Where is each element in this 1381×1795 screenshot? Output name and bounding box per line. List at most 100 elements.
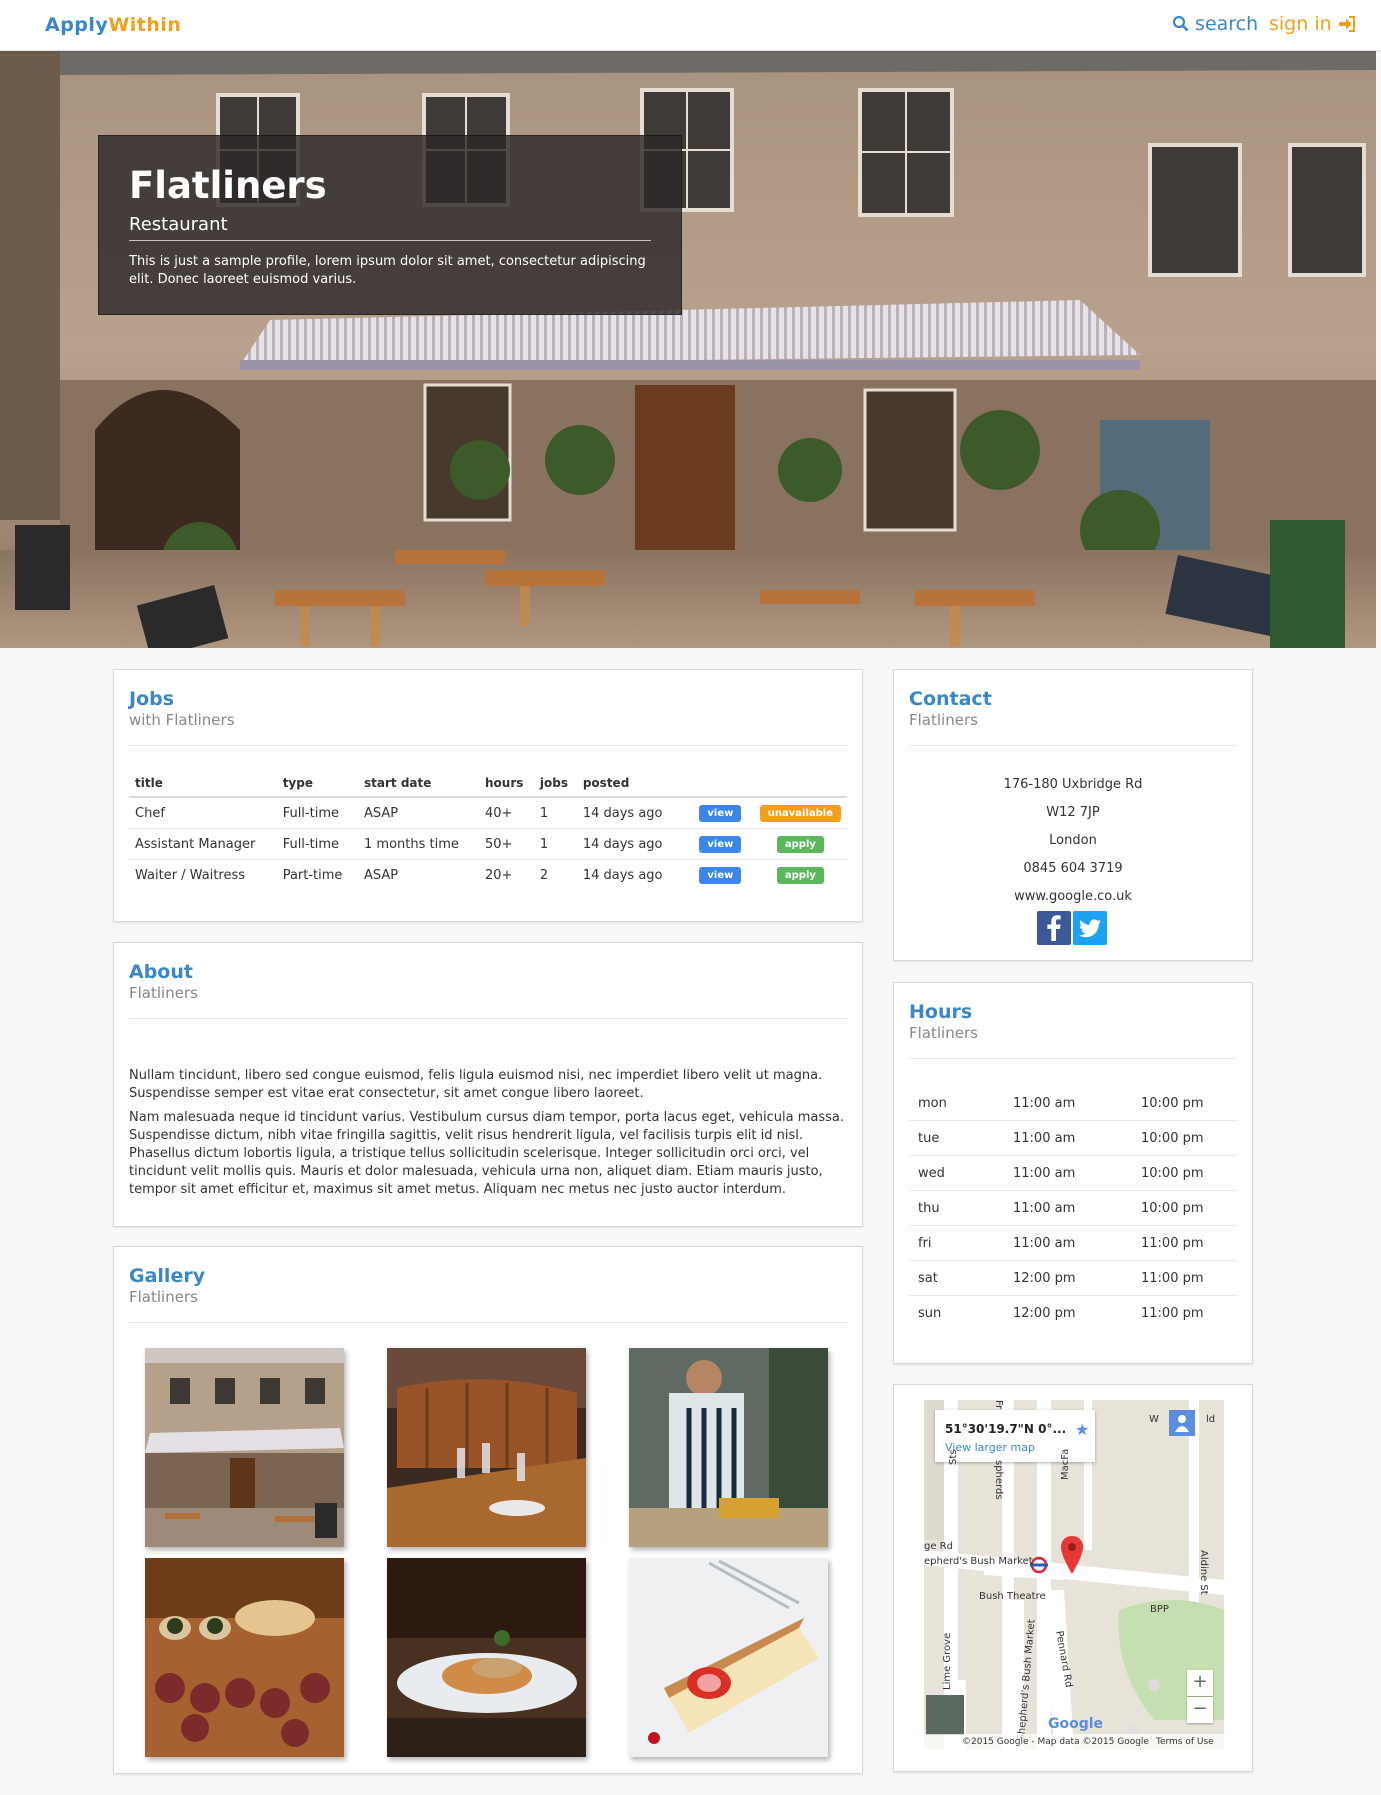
job-hours: 50+ — [478, 828, 534, 860]
day: sat — [909, 1260, 1004, 1296]
close-time: 10:00 pm — [1132, 1086, 1237, 1121]
apply-button[interactable]: apply — [776, 867, 824, 884]
map-coordinates: 51°30'19.7"N 0°... — [945, 1422, 1067, 1436]
search-label: search — [1195, 13, 1259, 35]
gallery-photo-cafe-exterior[interactable] — [145, 1348, 344, 1547]
divider — [909, 1058, 1237, 1059]
opening-hours-table: mon 11:00 am 10:00 pm tue 11:00 am 10:00 pm … — [909, 1086, 1237, 1330]
divider — [129, 745, 847, 746]
job-hours: 40+ — [478, 797, 534, 829]
col-view — [686, 772, 754, 798]
map-info-card: 51°30'19.7"N 0°... View larger map ★ — [935, 1410, 1095, 1462]
map-footer: ©2015 Google - Map data ©2015 Google Ter… — [924, 1734, 1224, 1750]
day: wed — [909, 1155, 1004, 1191]
close-time: 11:00 pm — [1132, 1225, 1237, 1261]
map-label: Lime Grove — [942, 1632, 953, 1690]
map-label: Bush Theatre — [979, 1591, 1046, 1602]
jobs-subtitle: with Flatliners — [129, 711, 235, 729]
map-zoom-out-button[interactable]: − — [1187, 1697, 1213, 1723]
hours-subtitle: Flatliners — [909, 1024, 978, 1042]
day: tue — [909, 1120, 1004, 1156]
map-zoom-in-button[interactable]: + — [1187, 1670, 1213, 1696]
apply-button[interactable]: apply — [776, 836, 824, 853]
open-time: 11:00 am — [1004, 1120, 1132, 1156]
sign-in-link[interactable]: sign in — [1269, 13, 1356, 35]
view-button[interactable]: view — [699, 805, 742, 822]
close-time: 10:00 pm — [1132, 1190, 1237, 1226]
map-label: epherd's Bush Market — [924, 1556, 1033, 1567]
search-link[interactable]: search — [1172, 13, 1258, 35]
about-paragraph: Nullam tincidunt, libero sed congue euis… — [129, 1068, 823, 1101]
contact-details: 176-180 Uxbridge Rd W12 7JP London 0845 … — [894, 771, 1252, 911]
job-type: Full-time — [276, 828, 359, 860]
map-label: ld — [1206, 1414, 1216, 1425]
gallery-photo-charcuterie[interactable] — [145, 1558, 344, 1757]
google-map[interactable]: 51°30'19.7"N 0°... View larger map ★ ge … — [924, 1400, 1224, 1750]
close-time: 11:00 pm — [1141, 1305, 1204, 1321]
about-body: Nullam tincidunt, libero sed congue euis… — [129, 1067, 847, 1205]
col-title: title — [129, 772, 277, 798]
address-line: 176-180 Uxbridge Rd — [1003, 777, 1143, 792]
hero-banner: Flatliners Restaurant This is just a sam… — [0, 50, 1376, 648]
applywithin-logo[interactable]: ApplyWithin — [45, 14, 181, 36]
col-type: type — [276, 772, 359, 798]
business-description: This is just a sample profile, lorem ips… — [129, 254, 646, 287]
gallery-photo-cheesecake[interactable] — [629, 1558, 828, 1757]
postcode: W12 7JP — [1046, 805, 1100, 820]
close-time: 10:00 pm — [1132, 1155, 1237, 1191]
map-label: spherds — [993, 1460, 1004, 1500]
job-start: ASAP — [364, 868, 399, 883]
map-label: Sts — [948, 1449, 959, 1465]
open-time: 12:00 pm — [1004, 1260, 1132, 1296]
gallery-title: Gallery — [129, 1265, 206, 1287]
business-name: Flatliners — [129, 164, 327, 207]
open-time: 12:00 pm — [1013, 1305, 1076, 1321]
sign-in-icon — [1338, 16, 1355, 32]
gallery-photo-dining-table[interactable] — [387, 1348, 586, 1547]
day: fri — [909, 1225, 1004, 1261]
about-paragraph: Nam malesuada neque id tincidunt varius.… — [129, 1110, 844, 1197]
contact-title: Contact — [909, 688, 992, 710]
job-type: Full-time — [276, 797, 359, 829]
facebook-icon[interactable] — [1037, 911, 1071, 945]
col-jobs: jobs — [533, 772, 577, 798]
map-label: MacFa — [1060, 1448, 1071, 1480]
job-start: 1 months time — [358, 828, 479, 860]
street-view-pegman-icon[interactable] — [1169, 1410, 1195, 1436]
job-type: Part-time — [282, 868, 343, 883]
city: London — [1049, 833, 1097, 848]
col-posted: posted — [576, 772, 687, 798]
map-label: W — [1149, 1414, 1159, 1425]
open-time: 11:00 am — [1004, 1190, 1132, 1226]
day: sun — [918, 1305, 942, 1321]
table-row: Chef Full-time ASAP 40+ 1 14 days ago vi… — [129, 797, 847, 829]
about-title: About — [129, 961, 193, 983]
col-start-date: start date — [358, 772, 479, 798]
sign-in-label: sign in — [1269, 13, 1332, 35]
table-row: Assistant Manager Full-time 1 months tim… — [129, 828, 847, 860]
job-posted: 14 days ago — [576, 797, 687, 829]
gallery-panel: Gallery Flatliners — [113, 1246, 863, 1774]
gallery-photo-plated-dish[interactable] — [387, 1558, 586, 1757]
map-terms-link[interactable]: Terms of Use — [1156, 1734, 1214, 1750]
day: thu — [909, 1190, 1004, 1226]
table-row: Waiter / Waitress Part-time ASAP 20+ 2 1… — [129, 860, 847, 891]
table-row: sun 12:00 pm 11:00 pm — [909, 1296, 1237, 1331]
map-copyright: ©2015 Google - Map data ©2015 Google — [962, 1737, 1149, 1747]
view-button[interactable]: view — [699, 867, 742, 884]
table-row: sat 12:00 pm 11:00 pm — [909, 1260, 1237, 1296]
view-button[interactable]: view — [699, 836, 742, 853]
divider — [129, 1018, 847, 1019]
close-time: 11:00 pm — [1132, 1260, 1237, 1296]
map-label: ge Rd — [924, 1541, 953, 1552]
phone-number[interactable]: 0845 604 3719 — [894, 855, 1252, 883]
website-link[interactable]: www.google.co.uk — [894, 883, 1252, 911]
gallery-photo-chef-cooking[interactable] — [629, 1348, 828, 1547]
hours-title: Hours — [909, 1001, 973, 1023]
save-star-icon[interactable]: ★ — [1075, 1420, 1089, 1439]
job-title: Assistant Manager — [129, 828, 277, 860]
twitter-icon[interactable] — [1073, 911, 1107, 945]
day: mon — [909, 1086, 1004, 1121]
open-time: 11:00 am — [1004, 1155, 1132, 1191]
location-pin-icon — [1061, 1536, 1083, 1574]
